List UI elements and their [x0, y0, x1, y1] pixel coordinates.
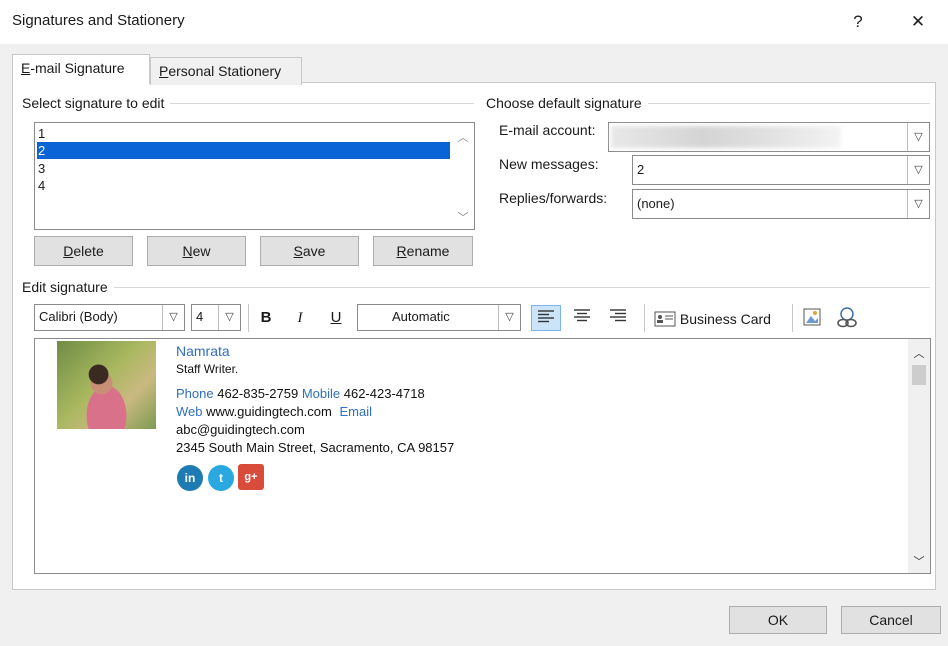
signature-web: Web www.guidingtech.com Email: [176, 404, 372, 419]
align-right-button[interactable]: [604, 305, 632, 331]
new-messages-select[interactable]: 2 ▽: [632, 155, 930, 185]
redacted-account: [611, 126, 841, 148]
linkedin-icon[interactable]: in: [177, 465, 203, 491]
help-button[interactable]: ?: [838, 6, 878, 38]
list-item[interactable]: 1: [37, 125, 450, 142]
align-center-icon: [574, 309, 590, 322]
font-size-value: 4: [196, 309, 204, 324]
group-divider: [22, 287, 930, 288]
rename-button[interactable]: Rename: [373, 236, 473, 266]
ok-button[interactable]: OK: [729, 606, 827, 634]
signature-address: 2345 South Main Street, Sacramento, CA 9…: [176, 440, 455, 455]
tab-personal-stationery[interactable]: Personal Stationery: [150, 57, 302, 85]
default-signature-label: Choose default signature: [486, 95, 648, 111]
replies-value: (none): [637, 196, 675, 211]
font-color-value: Automatic: [392, 309, 450, 324]
toolbar-separator: [792, 304, 793, 332]
bold-button[interactable]: B: [253, 305, 279, 331]
scroll-down-icon[interactable]: ﹀: [908, 553, 930, 569]
signature-list[interactable]: 1 2 3 4 ︿ ﹀: [34, 122, 475, 230]
hyperlink-icon: [837, 307, 857, 328]
align-left-button[interactable]: [531, 305, 561, 331]
chevron-down-icon[interactable]: ▽: [498, 305, 520, 330]
email-account-select[interactable]: ▽: [608, 122, 930, 152]
scroll-up-icon[interactable]: ︿: [908, 345, 930, 361]
scroll-up-icon[interactable]: ︿: [452, 129, 474, 145]
signature-role: Staff Writer.: [176, 362, 239, 376]
cancel-button[interactable]: Cancel: [841, 606, 941, 634]
title-bar: Signatures and Stationery ? ✕: [0, 0, 948, 44]
toolbar-separator: [248, 304, 249, 332]
align-right-icon: [610, 309, 626, 322]
insert-picture-button[interactable]: [801, 306, 825, 330]
insert-hyperlink-button[interactable]: [835, 306, 861, 330]
window-title: Signatures and Stationery: [12, 12, 185, 29]
signature-name: Namrata: [176, 343, 230, 359]
scroll-down-icon[interactable]: ﹀: [452, 209, 474, 225]
tab-email-signature[interactable]: E-mail Signature: [12, 54, 150, 84]
delete-button[interactable]: Delete: [34, 236, 133, 266]
underline-button[interactable]: U: [323, 305, 349, 331]
align-center-button[interactable]: [568, 305, 596, 331]
replies-select[interactable]: (none) ▽: [632, 189, 930, 219]
toolbar-separator: [644, 304, 645, 332]
list-scrollbar[interactable]: ︿ ﹀: [452, 123, 474, 229]
signature-email: abc@guidingtech.com: [176, 422, 305, 437]
chevron-down-icon[interactable]: ▽: [218, 305, 240, 330]
list-item[interactable]: 3: [37, 160, 450, 177]
replies-label: Replies/forwards:: [499, 190, 608, 206]
chevron-down-icon[interactable]: ▽: [162, 305, 184, 330]
scroll-thumb[interactable]: [912, 365, 926, 385]
list-item-selected[interactable]: 2: [37, 142, 450, 159]
new-messages-value: 2: [637, 162, 645, 177]
save-button[interactable]: Save: [260, 236, 359, 266]
email-account-label: E-mail account:: [499, 122, 596, 138]
select-signature-label: Select signature to edit: [22, 95, 171, 111]
signature-phones: Phone 462-835-2759 Mobile 462-423-4718: [176, 386, 425, 401]
list-item[interactable]: 4: [37, 177, 450, 194]
signature-editor[interactable]: Namrata Staff Writer. Phone 462-835-2759…: [34, 338, 931, 574]
align-left-icon: [538, 310, 554, 323]
google-plus-icon[interactable]: g+: [238, 464, 264, 490]
editor-scrollbar[interactable]: ︿ ﹀: [908, 339, 930, 573]
business-card-icon: [654, 311, 676, 327]
chevron-down-icon[interactable]: ▽: [907, 190, 929, 218]
picture-icon: [803, 308, 821, 326]
new-button[interactable]: New: [147, 236, 246, 266]
business-card-button[interactable]: Business Card: [654, 308, 771, 330]
chevron-down-icon[interactable]: ▽: [907, 123, 929, 151]
edit-signature-label: Edit signature: [22, 279, 114, 295]
twitter-icon[interactable]: t: [208, 465, 234, 491]
business-card-label: Business Card: [679, 311, 771, 327]
profile-photo: [57, 341, 156, 429]
chevron-down-icon[interactable]: ▽: [907, 156, 929, 184]
font-color-select[interactable]: Automatic ▽: [357, 304, 521, 331]
italic-button[interactable]: I: [287, 305, 313, 331]
font-size-select[interactable]: 4 ▽: [191, 304, 241, 331]
font-select[interactable]: Calibri (Body) ▽: [34, 304, 185, 331]
close-button[interactable]: ✕: [898, 6, 938, 38]
new-messages-label: New messages:: [499, 156, 599, 172]
font-value: Calibri (Body): [39, 309, 118, 324]
